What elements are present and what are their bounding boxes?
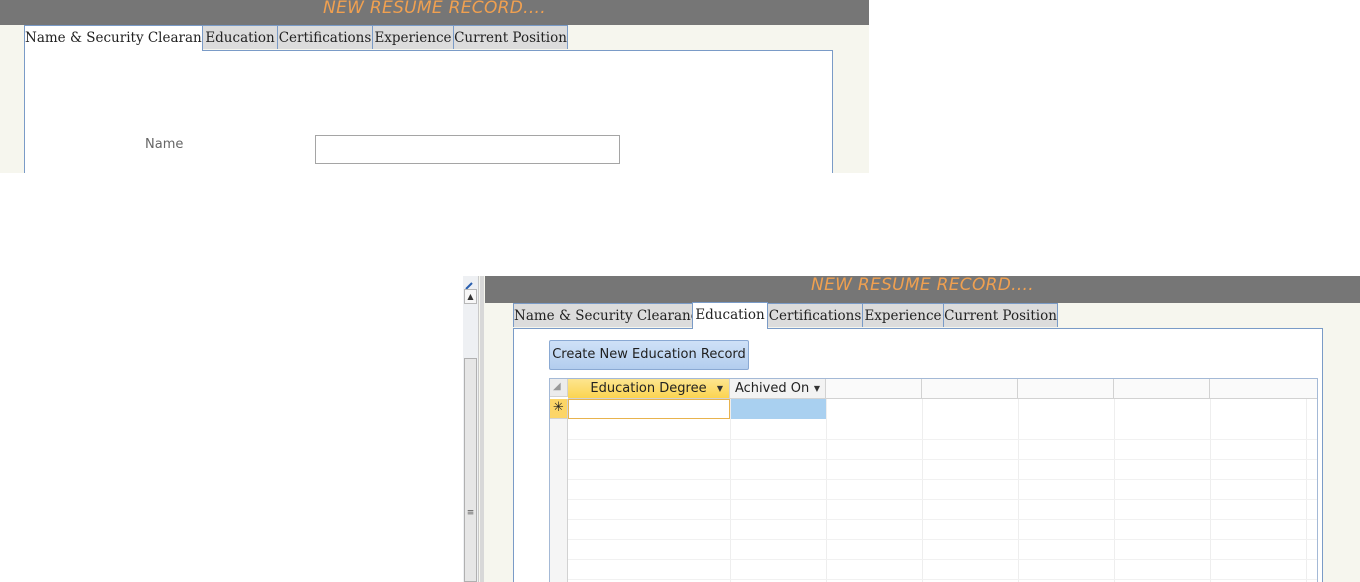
education-datasheet: ◢ Education Degree ▼ Achived On ▼ ✳ [549, 378, 1318, 582]
grid-line [568, 559, 1317, 560]
column-header-empty [922, 379, 1018, 399]
column-header-empty [826, 379, 922, 399]
column-header-achived-on[interactable]: Achived On ▼ [730, 379, 826, 399]
name-input[interactable] [315, 135, 620, 164]
form-title: NEW RESUME RECORD.... [485, 276, 1360, 303]
column-header-empty [1210, 379, 1317, 399]
tab-current-position[interactable]: Current Position [943, 303, 1058, 327]
active-tab-joiner [25, 45, 202, 53]
column-header-empty [1018, 379, 1114, 399]
panel-divider [480, 276, 484, 582]
grid-line [1306, 399, 1307, 582]
row-selector-column [550, 419, 568, 582]
form-title: NEW RESUME RECORD.... [0, 0, 869, 25]
arrow-up-icon[interactable]: ▲ [464, 289, 477, 304]
scroll-corner [463, 276, 479, 290]
new-record-icon: ✳ [553, 400, 564, 415]
resume-form-education-tab: ▲ ≡ NEW RESUME RECORD.... Name & Securit… [463, 276, 1360, 582]
grid-line [568, 439, 1317, 440]
grid-line [568, 579, 1317, 580]
chevron-down-icon[interactable]: ▼ [814, 379, 820, 398]
grid-line [568, 479, 1317, 480]
achived-on-cell[interactable] [730, 399, 826, 419]
name-label: Name [145, 137, 184, 152]
column-header-education-degree[interactable]: Education Degree ▼ [568, 379, 730, 399]
create-education-record-button[interactable]: Create New Education Record [549, 340, 749, 370]
grid-line [1114, 399, 1115, 582]
grid-line [568, 499, 1317, 500]
tab-experience[interactable]: Experience [862, 303, 944, 327]
grid-line [568, 459, 1317, 460]
grid-line [730, 399, 731, 582]
tab-experience[interactable]: Experience [372, 25, 454, 49]
grid-line [568, 539, 1317, 540]
vertical-scrollbar[interactable]: ▲ ≡ [463, 276, 479, 582]
tab-certifications[interactable]: Certifications [277, 25, 373, 49]
chevron-down-icon[interactable]: ▼ [717, 379, 723, 398]
grid-line [826, 399, 827, 582]
column-label: Education Degree [590, 381, 707, 396]
select-all-icon: ◢ [553, 381, 561, 392]
scroll-thumb[interactable]: ≡ [464, 358, 477, 582]
tab-current-position[interactable]: Current Position [453, 25, 568, 49]
grid-line [922, 399, 923, 582]
tab-name-security-clearance[interactable]: Name & Security Clearance [513, 303, 706, 327]
new-record-selector[interactable]: ✳ [550, 399, 568, 419]
tab-education[interactable]: Education [202, 25, 278, 49]
grid-line [1210, 399, 1211, 582]
grid-line [568, 519, 1317, 520]
column-label: Achived On [735, 381, 810, 396]
column-header-empty [1114, 379, 1210, 399]
tab-certifications[interactable]: Certifications [767, 303, 863, 327]
scroll-grip-icon: ≡ [466, 508, 475, 518]
select-all-corner[interactable]: ◢ [550, 379, 568, 397]
education-degree-cell[interactable] [568, 399, 730, 419]
active-tab-joiner [693, 324, 767, 330]
resume-form-name-tab: NEW RESUME RECORD.... Name & Security Cl… [0, 0, 869, 173]
grid-line [1018, 399, 1019, 582]
